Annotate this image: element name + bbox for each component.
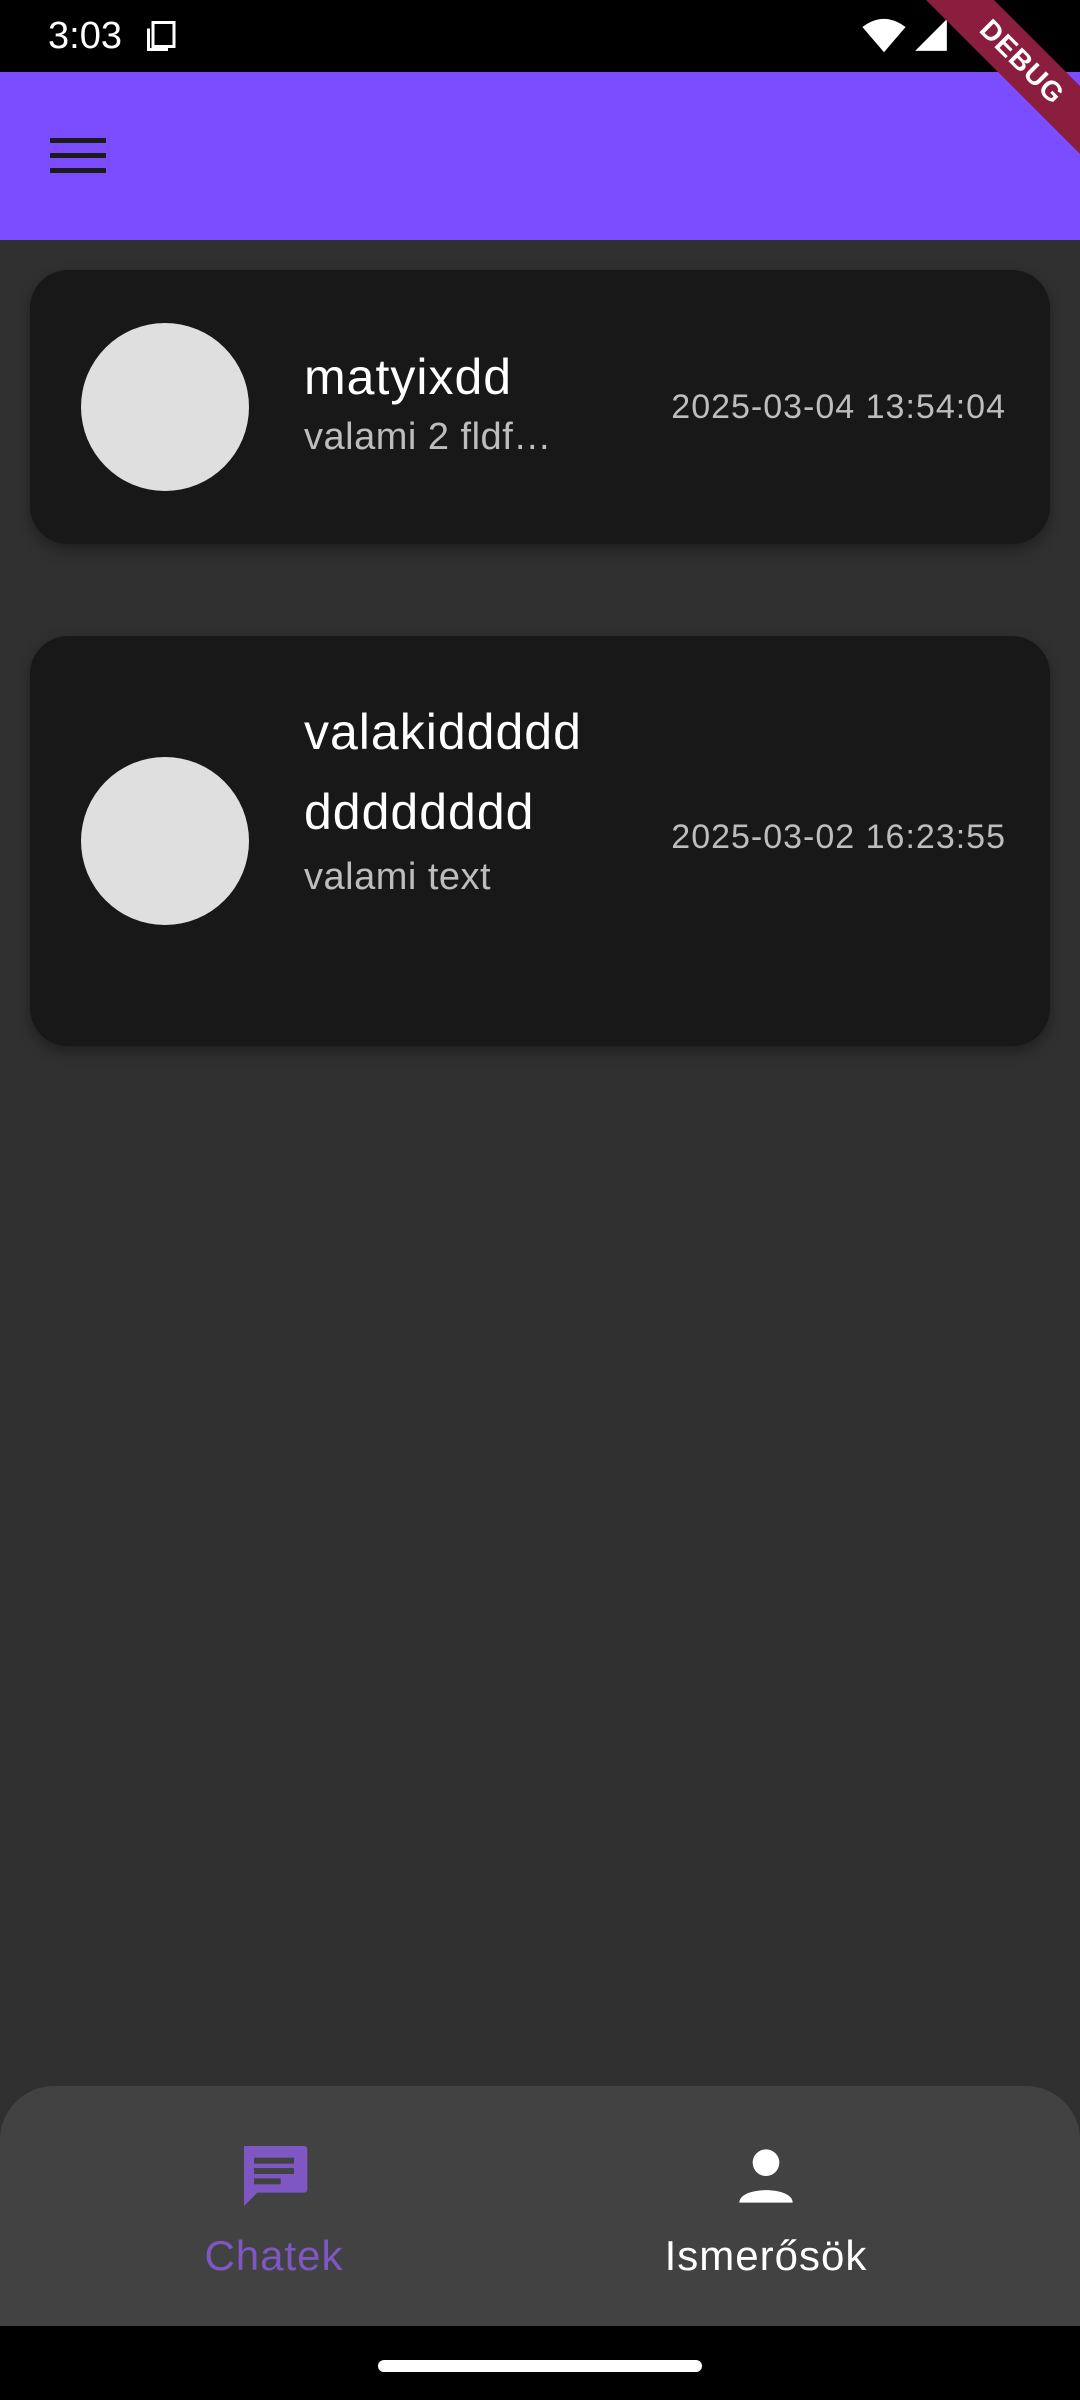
avatar: [81, 323, 249, 491]
chat-list-item[interactable]: valakiddddddddddddd valami text 2025-03-…: [30, 636, 1050, 1046]
menu-button[interactable]: [30, 108, 126, 204]
chat-last-message: valami text: [304, 856, 492, 898]
chat-list-item[interactable]: matyixdd valami 2 fldf… 2025-03-04 13:54…: [30, 270, 1050, 544]
chat-timestamp: 2025-03-04 13:54:04: [671, 388, 1006, 426]
status-time: 3:03: [48, 15, 122, 57]
wifi-icon: [862, 18, 906, 53]
nav-item-friends[interactable]: Ismerősök: [616, 2136, 916, 2296]
chat-last-message: valami 2 fldf…: [304, 416, 552, 458]
avatar: [81, 757, 249, 925]
home-gesture-handle[interactable]: [378, 2360, 702, 2372]
hamburger-menu-icon: [50, 138, 106, 173]
chat-name: matyixdd: [304, 349, 513, 405]
chat-icon: [244, 2146, 308, 2206]
chat-timestamp: 2025-03-02 16:23:55: [671, 818, 1006, 856]
nav-item-chats[interactable]: Chatek: [124, 2136, 424, 2296]
chat-name: valakiddddddddddddd: [304, 704, 582, 840]
gesture-bar: [0, 2326, 1080, 2400]
app-bar: [0, 72, 1080, 240]
sim-card-icon: [147, 21, 176, 51]
nav-label-friends: Ismerősök: [664, 2232, 868, 2279]
chat-text: matyixdd valami 2 fldf…: [304, 342, 604, 462]
person-icon: [739, 2149, 793, 2203]
chat-text: valakiddddddddddddd valami text: [304, 692, 604, 902]
signal-icon: [915, 19, 947, 51]
status-bar: 3:03: [0, 0, 1080, 72]
nav-label-chats: Chatek: [204, 2232, 344, 2279]
bottom-navigation: Chatek Ismerősök: [0, 2086, 1080, 2326]
